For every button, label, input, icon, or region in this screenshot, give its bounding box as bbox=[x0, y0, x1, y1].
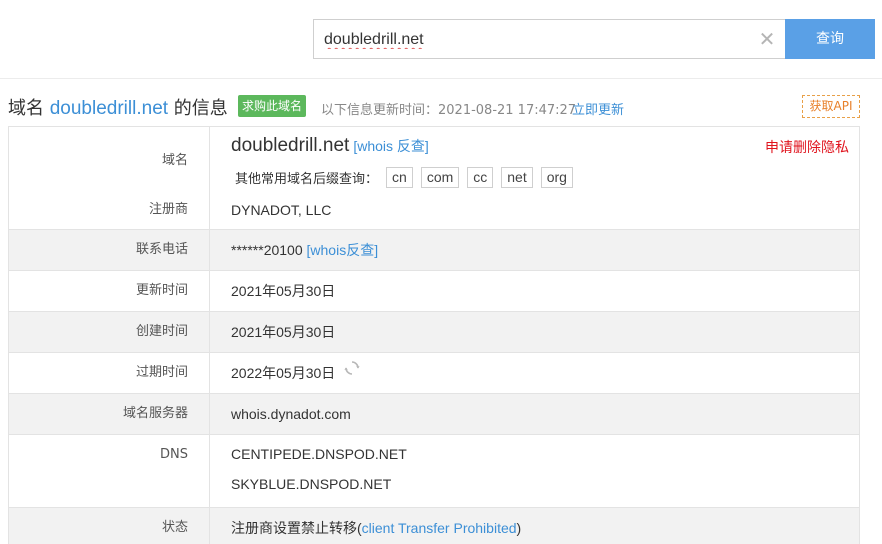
table-row-created: 创建时间 2021年05月30日 bbox=[9, 312, 859, 353]
row-label: 过期时间 bbox=[9, 353, 210, 393]
dns-cell: CENTIPEDE.DNSPOD.NET SKYBLUE.DNSPOD.NET bbox=[210, 435, 859, 507]
buy-domain-button[interactable]: 求购此域名 bbox=[238, 95, 307, 117]
registrar-value: DYNADOT, LLC bbox=[231, 202, 332, 218]
title-row: 域名 doubledrill.net 的信息 求购此域名 以下信息更新时间：20… bbox=[8, 92, 868, 120]
top-divider bbox=[0, 78, 882, 79]
table-row-status: 状态 注册商设置禁止转移(client Transfer Prohibited) bbox=[9, 508, 859, 544]
table-row-updated: 更新时间 2021年05月30日 bbox=[9, 271, 859, 312]
title-domain: doubledrill.net bbox=[49, 98, 169, 119]
status-text: 注册商设置禁止转移( bbox=[231, 520, 362, 536]
update-time-text: 以下信息更新时间：2021-08-21 17:47:27 bbox=[321, 103, 577, 118]
domain-name-text: doubledrill.net bbox=[231, 135, 350, 156]
suffix-tag-com[interactable]: com bbox=[420, 167, 460, 188]
table-row-expires: 过期时间 2022年05月30日 bbox=[9, 353, 859, 394]
row-label: 状态 bbox=[9, 508, 210, 544]
updated-value: 2021年05月30日 bbox=[231, 283, 336, 299]
dns-server: CENTIPEDE.DNSPOD.NET bbox=[231, 446, 407, 462]
expires-value: 2022年05月30日 bbox=[231, 365, 336, 381]
update-now-link[interactable]: 立即更新 bbox=[572, 99, 624, 118]
created-value: 2021年05月30日 bbox=[231, 324, 336, 340]
page-title: 域名 doubledrill.net 的信息 bbox=[8, 94, 228, 120]
row-label: 域名 bbox=[9, 127, 210, 190]
row-label: DNS bbox=[9, 435, 210, 507]
status-close: ) bbox=[516, 520, 522, 536]
suffix-tag-net[interactable]: net bbox=[501, 167, 533, 188]
row-label: 更新时间 bbox=[9, 271, 210, 311]
table-row-whois-server: 域名服务器 whois.dynadot.com bbox=[9, 394, 859, 435]
table-row-dns: DNS CENTIPEDE.DNSPOD.NET SKYBLUE.DNSPOD.… bbox=[9, 435, 859, 508]
phone-reverse-link[interactable]: [whois反查] bbox=[307, 242, 379, 258]
title-suffix: 的信息 bbox=[173, 98, 228, 119]
search-box: ✕ bbox=[313, 19, 785, 59]
delete-privacy-link[interactable]: 申请删除隐私 bbox=[765, 137, 849, 157]
expires-cell: 2022年05月30日 bbox=[210, 353, 859, 393]
dns-server: SKYBLUE.DNSPOD.NET bbox=[231, 476, 392, 492]
whois-reverse-link[interactable]: [whois 反查] bbox=[353, 138, 428, 154]
phone-cell: ******20100 [whois反查] bbox=[210, 230, 859, 270]
phone-value: ******20100 bbox=[231, 242, 303, 258]
whois-server-value: whois.dynadot.com bbox=[231, 406, 351, 422]
status-link[interactable]: client Transfer Prohibited bbox=[362, 520, 517, 536]
search-button[interactable]: 查询 bbox=[785, 19, 875, 59]
status-cell: 注册商设置禁止转移(client Transfer Prohibited) bbox=[210, 508, 859, 544]
title-prefix: 域名 bbox=[8, 98, 44, 119]
suffix-tag-cn[interactable]: cn bbox=[386, 167, 413, 188]
domain-cell: doubledrill.net [whois 反查] 申请删除隐私 其他常用域名后… bbox=[210, 127, 859, 190]
search-bar: ✕ 查询 bbox=[0, 0, 882, 78]
row-label: 域名服务器 bbox=[9, 394, 210, 434]
suffix-tag-org[interactable]: org bbox=[540, 167, 573, 188]
table-row-phone: 联系电话 ******20100 [whois反查] bbox=[9, 230, 859, 271]
row-label: 联系电话 bbox=[9, 230, 210, 270]
domain-value: doubledrill.net [whois 反查] bbox=[231, 135, 429, 157]
row-label: 注册商 bbox=[9, 190, 210, 229]
refresh-icon[interactable] bbox=[344, 351, 360, 391]
suffix-label: 其他常用域名后缀查询： bbox=[235, 172, 379, 187]
search-input[interactable] bbox=[324, 29, 744, 51]
whois-info-table: 域名 doubledrill.net [whois 反查] 申请删除隐私 其他常用… bbox=[8, 126, 860, 544]
table-row-domain: 域名 doubledrill.net [whois 反查] 申请删除隐私 其他常用… bbox=[9, 127, 859, 190]
row-label: 创建时间 bbox=[9, 312, 210, 352]
get-api-button[interactable]: 获取API bbox=[802, 95, 860, 118]
suffix-query-row: 其他常用域名后缀查询： cn com cc net org bbox=[235, 167, 581, 188]
clear-icon[interactable]: ✕ bbox=[757, 29, 777, 49]
table-row-registrar: 注册商 DYNADOT, LLC bbox=[9, 190, 859, 230]
suffix-tag-cc[interactable]: cc bbox=[467, 167, 494, 188]
